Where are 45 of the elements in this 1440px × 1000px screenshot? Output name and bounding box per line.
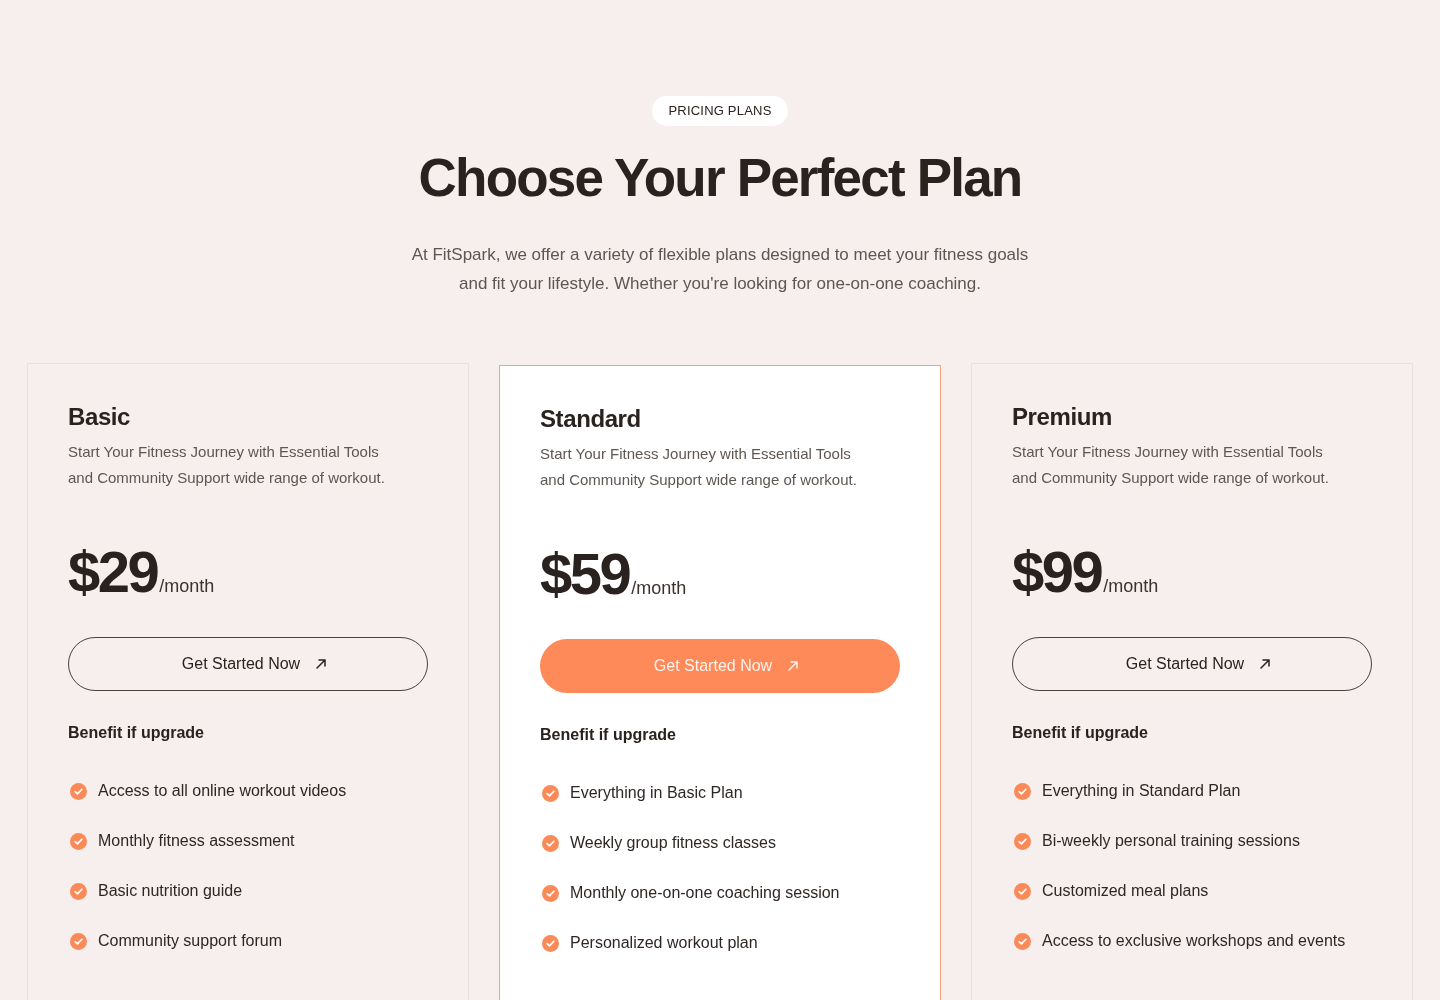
plan-price: $99	[1012, 541, 1102, 603]
arrow-up-right-icon	[1260, 659, 1271, 669]
benefit-text: Personalized workout plan	[570, 933, 758, 953]
benefit-text: Monthly fitness assessment	[98, 831, 295, 851]
benefit-text: Everything in Basic Plan	[570, 783, 743, 803]
plan-name: Basic	[68, 402, 131, 432]
plan-name: Standard	[540, 404, 641, 434]
section-badge: PRICING PLANS	[652, 96, 788, 126]
check-icon	[542, 934, 559, 952]
arrow-up-right-icon	[316, 659, 327, 669]
check-icon	[70, 782, 87, 800]
check-icon	[1014, 932, 1031, 950]
benefits-heading: Benefit if upgrade	[540, 725, 676, 745]
benefit-text: Access to exclusive workshops and events	[1042, 931, 1346, 951]
check-icon	[542, 784, 559, 802]
check-icon	[542, 884, 559, 902]
benefit-text: Customized meal plans	[1042, 881, 1209, 901]
check-icon	[70, 932, 87, 950]
plan-price: $29	[68, 541, 158, 603]
check-icon	[70, 882, 87, 900]
price-period: /month	[1103, 576, 1159, 596]
price-period: /month	[631, 578, 687, 598]
page-subtitle: At FitSpark, we offer a variety of flexible plans designed to meet your fitness goals and fit your lifestyle. Whether you're looking for one-on-one coaching.	[410, 244, 1030, 295]
benefit-text: Bi-weekly personal training sessions	[1042, 831, 1300, 851]
benefits-heading: Benefit if upgrade	[68, 723, 204, 743]
plan-description: Start Your Fitness Journey with Essential Tools and Community Support wide range of workout.	[1012, 442, 1330, 488]
check-icon	[1014, 782, 1031, 800]
check-icon	[70, 832, 87, 850]
benefit-text: Everything in Standard Plan	[1042, 781, 1241, 801]
check-icon	[542, 834, 559, 852]
benefit-text: Access to all online workout videos	[98, 781, 347, 801]
check-icon	[1014, 882, 1031, 900]
price-period: /month	[159, 576, 215, 596]
benefit-text: Community support forum	[98, 931, 283, 951]
plan-name: Premium	[1012, 402, 1112, 432]
arrow-up-right-icon	[788, 661, 799, 671]
benefit-text: Weekly group fitness classes	[570, 833, 776, 853]
plan-description: Start Your Fitness Journey with Essential Tools and Community Support wide range of workout.	[68, 442, 386, 488]
benefits-heading: Benefit if upgrade	[1012, 723, 1148, 743]
page-title: Choose Your Perfect Plan	[418, 147, 1022, 209]
check-icon	[1014, 832, 1031, 850]
plan-description: Start Your Fitness Journey with Essential Tools and Community Support wide range of workout.	[540, 444, 858, 490]
benefit-text: Monthly one-on-one coaching session	[570, 883, 840, 903]
benefit-text: Basic nutrition guide	[98, 881, 243, 901]
plan-price: $59	[540, 543, 630, 605]
